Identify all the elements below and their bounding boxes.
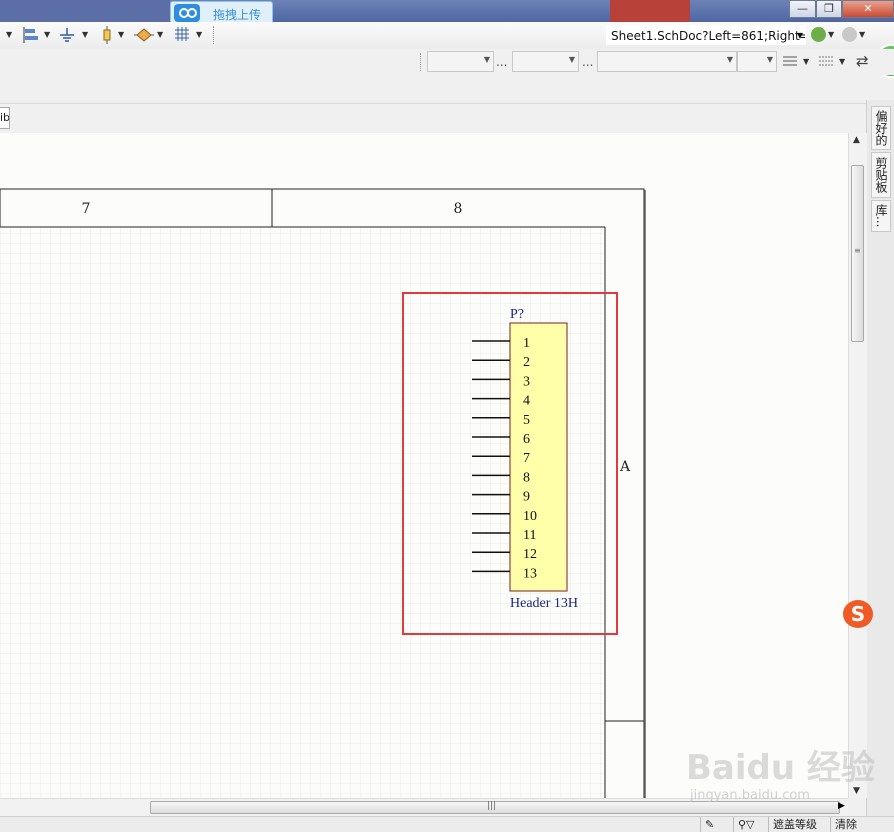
align-tool-icon[interactable] xyxy=(22,26,40,44)
document-address-text: Sheet1.SchDoc?Left=861;Right= xyxy=(611,29,806,43)
toolbar-separator xyxy=(420,53,421,71)
scroll-up-arrow-icon[interactable]: ▲ xyxy=(853,135,860,145)
pin-number-5: 5 xyxy=(523,413,530,428)
chevron-down-icon: ▼ xyxy=(726,55,733,64)
chevron-down-icon[interactable]: ▼ xyxy=(828,26,834,44)
pin-number-3: 3 xyxy=(523,374,530,389)
component-comment[interactable]: Header 13H xyxy=(510,596,578,611)
drag-upload-button[interactable]: 拖拽上传 xyxy=(170,1,273,24)
filter-icon[interactable]: ⚲▽ xyxy=(733,817,768,832)
property-combo-2[interactable]: ▼ xyxy=(512,51,579,72)
cloud-upload-icon xyxy=(174,4,200,22)
forward-arrow-icon[interactable] xyxy=(842,27,857,42)
blurred-title-area-right xyxy=(610,0,690,22)
pin-number-10: 10 xyxy=(523,509,537,524)
chevron-down-icon: ▼ xyxy=(483,55,490,64)
schematic-sheet: 7 8 A P? 12345678910111213 Header 13H xyxy=(0,133,848,798)
side-tab-clipboard[interactable]: 剪贴板 xyxy=(871,152,891,198)
close-button[interactable]: ✕ xyxy=(842,0,894,18)
main-toolbar: ▼ ▼ ▼ ▼ ▼ ▼ Sheet1.SchDoc?Left=861;Right… xyxy=(0,22,894,50)
pin-number-9: 9 xyxy=(523,490,530,505)
vertical-scrollbar[interactable]: ▲ ≡ ▼ xyxy=(848,133,867,798)
pin-number-4: 4 xyxy=(523,394,530,409)
pin-number-6: 6 xyxy=(523,432,530,447)
chevron-down-icon[interactable]: ▼ xyxy=(797,26,803,44)
maximize-button[interactable]: ❐ xyxy=(816,0,842,18)
vertical-scroll-thumb[interactable]: ≡ xyxy=(851,165,864,342)
chevron-down-icon[interactable]: ▼ xyxy=(839,53,845,71)
component-body xyxy=(509,322,568,592)
pin-number-2: 2 xyxy=(523,355,530,370)
schematic-canvas[interactable]: 7 8 A P? 1 2 3 4 5 6 7 8 9 10 11 12 13 Header 13H xyxy=(0,133,848,798)
pin-number-13: 13 xyxy=(523,566,537,581)
minimize-button[interactable]: — xyxy=(789,0,816,18)
property-combo-4[interactable]: ▼ xyxy=(737,51,777,72)
chevron-down-icon[interactable]: ▼ xyxy=(196,26,202,44)
chevron-down-icon: ▼ xyxy=(568,55,575,64)
back-arrow-icon[interactable] xyxy=(811,27,826,42)
toolbar-separator xyxy=(213,26,216,44)
chevron-down-icon: ▼ xyxy=(766,55,773,64)
chevron-down-icon[interactable]: ▼ xyxy=(157,26,163,44)
drag-upload-label: 拖拽上传 xyxy=(213,8,262,22)
pin-number-7: 7 xyxy=(523,451,530,466)
column-label-8: 8 xyxy=(454,201,463,217)
chevron-down-icon[interactable]: ▼ xyxy=(44,26,50,44)
swap-arrows-icon[interactable]: ⇄ xyxy=(856,52,869,70)
blurred-title-area xyxy=(0,0,170,22)
property-combo-3[interactable]: ▼ xyxy=(597,51,737,72)
ellipsis-text: ... xyxy=(582,55,594,69)
secondary-toolbar: ▼ ... ▼ ... ▼ ▼ ▼ ▼ ⇄ xyxy=(0,49,894,75)
chevron-down-icon[interactable]: ▼ xyxy=(82,26,88,44)
part-tool-icon[interactable] xyxy=(98,26,116,44)
title-bar xyxy=(0,0,894,22)
document-address-field[interactable]: Sheet1.SchDoc?Left=861;Right= ▼ xyxy=(606,25,806,45)
watermark: Baidu 经验 jingyan.baidu.com xyxy=(680,730,880,820)
side-panel: 偏好的 剪贴板 库... xyxy=(866,100,894,820)
document-tab-row: ib xyxy=(0,103,866,134)
watermark-url: jingyan.baidu.com xyxy=(690,788,810,803)
line-style-icon[interactable] xyxy=(818,55,834,70)
grid-icon[interactable] xyxy=(174,26,190,44)
chevron-down-icon[interactable]: ▼ xyxy=(6,26,12,44)
pin-number-12: 12 xyxy=(523,547,537,562)
watermark-brand: Baidu 经验 xyxy=(686,748,875,788)
ellipsis-text: ... xyxy=(496,55,508,69)
pin-number-11: 11 xyxy=(523,528,536,543)
chevron-down-icon[interactable]: ▼ xyxy=(803,53,809,71)
component-designator[interactable]: P? xyxy=(510,307,524,322)
chevron-down-icon[interactable]: ▼ xyxy=(859,26,865,44)
pin-number-8: 8 xyxy=(523,470,530,485)
status-bar: ✎ ⚲▽ 遮盖等级 清除 xyxy=(0,816,894,832)
pencil-icon[interactable]: ✎ xyxy=(700,817,733,832)
chevron-down-icon[interactable]: ▼ xyxy=(118,26,124,44)
line-width-icon[interactable] xyxy=(782,55,798,70)
port-tool-icon[interactable] xyxy=(134,26,154,44)
input-method-s-icon[interactable]: S xyxy=(843,600,873,628)
mask-level-button[interactable]: 遮盖等级 xyxy=(768,817,831,832)
document-tab[interactable]: ib xyxy=(0,107,10,129)
clear-button[interactable]: 清除 xyxy=(830,817,871,832)
column-label-7: 7 xyxy=(82,201,91,217)
pin-number-1: 1 xyxy=(523,336,530,351)
side-tab-favorites[interactable]: 偏好的 xyxy=(871,106,891,150)
property-combo-1[interactable]: ▼ xyxy=(427,51,494,72)
side-tab-libraries[interactable]: 库... xyxy=(871,200,891,232)
ground-power-icon[interactable] xyxy=(58,26,76,44)
row-label-a: A xyxy=(619,459,631,475)
